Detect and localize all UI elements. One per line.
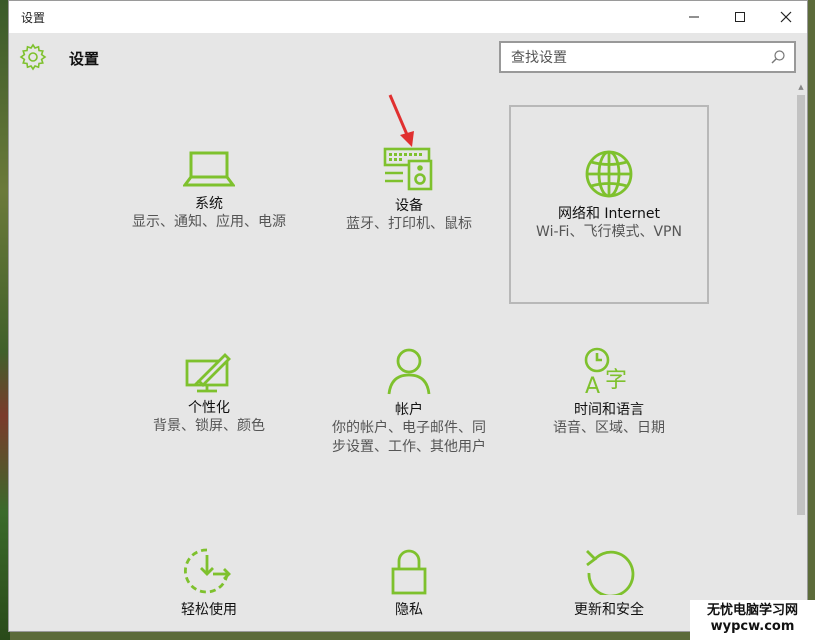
tile-devices[interactable]: 设备 蓝牙、打印机、鼠标 bbox=[309, 147, 509, 234]
tile-privacy[interactable]: 隐私 bbox=[309, 547, 509, 619]
tile-name: 个性化 bbox=[188, 400, 230, 416]
close-button[interactable] bbox=[763, 1, 807, 33]
person-icon bbox=[387, 348, 431, 395]
tile-desc: 语音、区域、日期 bbox=[553, 420, 665, 436]
watermark: 无忧电脑学习网 wypcw.com bbox=[690, 600, 815, 640]
ease-of-access-icon bbox=[183, 548, 231, 594]
minimize-button[interactable] bbox=[671, 1, 717, 33]
settings-header: 设置 查找设置 bbox=[9, 33, 807, 81]
scrollbar-thumb[interactable] bbox=[797, 95, 805, 515]
search-placeholder: 查找设置 bbox=[511, 50, 567, 66]
title-bar: 设置 bbox=[9, 1, 807, 33]
personalization-icon bbox=[185, 353, 231, 393]
watermark-line2: wypcw.com bbox=[710, 619, 795, 634]
gear-icon bbox=[19, 43, 47, 71]
tile-name: 隐私 bbox=[395, 602, 423, 618]
tile-personalization[interactable]: 个性化 背景、锁屏、颜色 bbox=[109, 349, 309, 436]
globe-icon bbox=[585, 150, 633, 198]
update-icon bbox=[586, 550, 635, 595]
maximize-button[interactable] bbox=[717, 1, 763, 33]
window-title: 设置 bbox=[21, 11, 46, 25]
minimize-icon bbox=[689, 16, 699, 18]
svg-text:A: A bbox=[585, 374, 600, 395]
tile-time-language[interactable]: A 字 时间和语言 语音、区域、日期 bbox=[509, 347, 709, 438]
tile-name: 时间和语言 bbox=[574, 402, 644, 418]
time-language-icon: A 字 bbox=[584, 347, 627, 395]
tile-name: 轻松使用 bbox=[181, 602, 237, 618]
close-icon bbox=[780, 11, 792, 23]
red-arrow-annotation bbox=[388, 94, 414, 147]
tile-ease-of-access[interactable]: 轻松使用 bbox=[109, 547, 309, 619]
tile-name: 帐户 bbox=[395, 402, 423, 418]
tile-desc: Wi-Fi、飞行模式、VPN bbox=[536, 224, 682, 240]
page-title: 设置 bbox=[69, 50, 100, 68]
scroll-up-arrow-icon[interactable]: ▲ bbox=[797, 83, 805, 91]
tile-system[interactable]: 系统 显示、通知、应用、电源 bbox=[109, 149, 309, 232]
tile-name: 系统 bbox=[195, 196, 223, 212]
tile-name: 更新和安全 bbox=[574, 602, 644, 618]
watermark-line1: 无忧电脑学习网 bbox=[706, 603, 798, 618]
tile-desc: 显示、通知、应用、电源 bbox=[132, 214, 286, 230]
tile-desc: 背景、锁屏、颜色 bbox=[153, 418, 265, 434]
tile-name: 网络和 Internet bbox=[557, 206, 661, 222]
tile-desc: 蓝牙、打印机、鼠标 bbox=[346, 216, 472, 232]
settings-window: 设置 设置 查找设置 ▲ 系统 显示、通知、应用、电源 设备 蓝牙、打印机、鼠标… bbox=[8, 0, 808, 632]
tile-name: 设备 bbox=[395, 198, 423, 214]
tile-accounts[interactable]: 帐户 你的帐户、电子邮件、同步设置、工作、其他用户 bbox=[309, 347, 509, 457]
search-input[interactable]: 查找设置 bbox=[499, 41, 796, 73]
laptop-icon bbox=[183, 151, 235, 187]
lock-icon bbox=[391, 549, 427, 595]
tile-update-security[interactable]: 更新和安全 bbox=[509, 547, 709, 619]
devices-icon bbox=[383, 147, 433, 191]
tile-network[interactable]: 网络和 Internet Wi-Fi、飞行模式、VPN bbox=[509, 105, 709, 304]
maximize-icon bbox=[735, 12, 745, 22]
search-icon[interactable] bbox=[768, 47, 788, 67]
tile-desc: 你的帐户、电子邮件、同步设置、工作、其他用户 bbox=[332, 420, 486, 455]
svg-text:字: 字 bbox=[605, 368, 627, 393]
scrollbar[interactable]: ▲ bbox=[795, 81, 807, 631]
